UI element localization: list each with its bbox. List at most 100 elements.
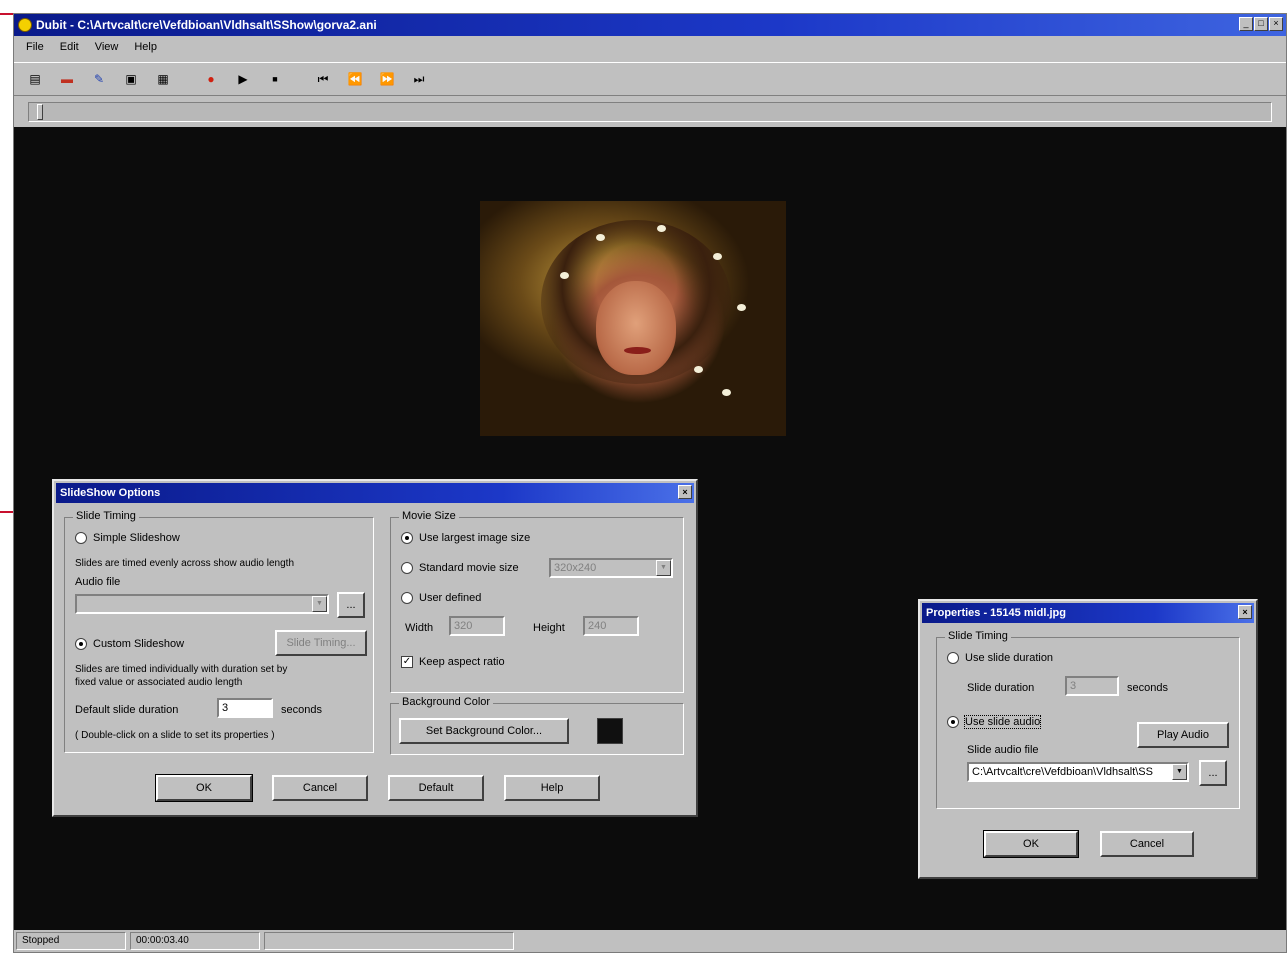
app-window: Dubit - C:\Artvcalt\cre\Vefdbioan\Vldhsa… bbox=[13, 13, 1287, 953]
use-largest-radio[interactable]: Use largest image size bbox=[401, 532, 530, 545]
timeline-thumb[interactable] bbox=[37, 104, 43, 120]
default-duration-label: Default slide duration bbox=[75, 704, 179, 716]
stop-icon[interactable]: ■ bbox=[262, 67, 288, 91]
first-frame-icon[interactable]: ⏮ bbox=[310, 67, 336, 91]
slide-timing-legend: Slide Timing bbox=[73, 510, 139, 522]
app-icon[interactable] bbox=[18, 18, 32, 32]
radio-selected-icon bbox=[401, 532, 413, 545]
audio-browse-button[interactable]: ... bbox=[1199, 760, 1227, 786]
simple-slideshow-description: Slides are timed evenly across show audi… bbox=[75, 558, 295, 569]
radio-icon bbox=[401, 562, 413, 575]
custom-desc-line2: fixed value or associated audio length bbox=[75, 677, 243, 688]
timeline-slider[interactable] bbox=[28, 102, 1272, 122]
use-slide-duration-radio[interactable]: Use slide duration bbox=[947, 652, 1053, 665]
slide-duration-label: Slide duration bbox=[967, 682, 1035, 694]
height-label: Height bbox=[533, 622, 565, 634]
effects-icon[interactable]: ✎ bbox=[86, 67, 112, 91]
double-click-hint: ( Double-click on a slide to set its pro… bbox=[75, 730, 275, 741]
seconds-label: seconds bbox=[281, 704, 322, 716]
standard-size-combo[interactable]: 320x240 ▼ bbox=[549, 558, 673, 578]
next-frame-icon[interactable]: ⏩ bbox=[374, 67, 400, 91]
menu-file[interactable]: File bbox=[20, 40, 50, 54]
help-button[interactable]: Help bbox=[504, 775, 600, 801]
close-icon[interactable]: × bbox=[1238, 605, 1252, 619]
toolbar: ▤ ▬ ✎ ▣ ▦ ● ▶ ■ ⏮ ⏪ ⏩ ⏭ bbox=[14, 62, 1286, 96]
ok-button[interactable]: OK bbox=[155, 774, 253, 802]
seconds-label: seconds bbox=[1127, 682, 1168, 694]
audio-browse-button[interactable]: ... bbox=[337, 592, 365, 618]
menu-help[interactable]: Help bbox=[128, 40, 163, 54]
open-icon[interactable]: ▤ bbox=[22, 67, 48, 91]
slide-timing-button[interactable]: Slide Timing... bbox=[275, 630, 367, 656]
default-button[interactable]: Default bbox=[388, 775, 484, 801]
background-color-legend: Background Color bbox=[399, 696, 494, 708]
radio-icon bbox=[947, 652, 959, 665]
close-icon[interactable]: × bbox=[678, 485, 692, 499]
slideshow-options-dialog: SlideShow Options × Slide Timing Simple … bbox=[52, 479, 698, 817]
close-icon[interactable]: × bbox=[1269, 17, 1283, 31]
status-bar: Stopped 00:00:03.40 bbox=[14, 930, 1286, 952]
radio-selected-icon bbox=[947, 716, 959, 729]
background-color-swatch[interactable] bbox=[597, 718, 623, 744]
slide-duration-input[interactable]: 3 bbox=[1065, 676, 1119, 696]
width-label: Width bbox=[405, 622, 434, 634]
cancel-button[interactable]: Cancel bbox=[1100, 831, 1194, 857]
slide-timing-legend: Slide Timing bbox=[945, 630, 1011, 642]
dialog-title-bar[interactable]: Properties - 15145 midl.jpg × bbox=[922, 603, 1254, 623]
play-audio-button[interactable]: Play Audio bbox=[1137, 722, 1229, 748]
user-defined-radio[interactable]: User defined bbox=[401, 592, 481, 605]
menu-bar: File Edit View Help bbox=[14, 37, 1286, 57]
menu-view[interactable]: View bbox=[89, 40, 125, 54]
chevron-down-icon[interactable]: ▼ bbox=[312, 596, 327, 612]
standard-size-radio[interactable]: Standard movie size bbox=[401, 562, 519, 575]
status-time: 00:00:03.40 bbox=[130, 932, 260, 950]
preview-canvas: SlideShow Options × Slide Timing Simple … bbox=[14, 127, 1286, 930]
height-input[interactable]: 240 bbox=[583, 616, 639, 636]
slide-timing-group: Slide Timing Use slide duration Slide du… bbox=[936, 630, 1240, 809]
use-slide-audio-radio[interactable]: Use slide audio bbox=[947, 715, 1042, 729]
cancel-button[interactable]: Cancel bbox=[272, 775, 368, 801]
status-progress bbox=[264, 932, 514, 950]
slide-audio-combo[interactable]: C:\Artvcalt\cre\Vefdbioan\Vldhsalt\SS ▼ bbox=[967, 762, 1189, 782]
slide-photo[interactable] bbox=[480, 201, 786, 436]
movie-size-group: Movie Size Use largest image size Standa… bbox=[390, 510, 684, 693]
properties-dialog: Properties - 15145 midl.jpg × Slide Timi… bbox=[918, 599, 1258, 879]
simple-slideshow-radio[interactable]: Simple Slideshow bbox=[75, 532, 180, 545]
radio-selected-icon bbox=[75, 638, 87, 651]
dialog-title: SlideShow Options bbox=[60, 487, 161, 499]
window-controls: _ □ × bbox=[1239, 17, 1283, 31]
dialog-title-bar[interactable]: SlideShow Options × bbox=[56, 483, 694, 503]
slideshow-icon[interactable]: ▦ bbox=[150, 67, 176, 91]
audio-file-label: Audio file bbox=[75, 576, 121, 588]
custom-desc-line1: Slides are timed individually with durat… bbox=[75, 664, 288, 675]
dialog-title: Properties - 15145 midl.jpg bbox=[926, 607, 1066, 619]
chevron-down-icon[interactable]: ▼ bbox=[656, 560, 671, 576]
chevron-down-icon[interactable]: ▼ bbox=[1172, 764, 1187, 780]
window-title: Dubit - C:\Artvcalt\cre\Vefdbioan\Vldhsa… bbox=[36, 18, 377, 32]
export-icon[interactable]: ▣ bbox=[118, 67, 144, 91]
checkmark-icon: ✓ bbox=[401, 656, 413, 669]
background-color-group: Background Color Set Background Color... bbox=[390, 696, 684, 755]
play-icon[interactable]: ▶ bbox=[230, 67, 256, 91]
save-icon[interactable]: ▬ bbox=[54, 67, 80, 91]
status-state: Stopped bbox=[16, 932, 126, 950]
audio-file-combo[interactable]: ▼ bbox=[75, 594, 329, 614]
slide-audio-label: Slide audio file bbox=[967, 744, 1039, 756]
movie-size-legend: Movie Size bbox=[399, 510, 459, 522]
title-bar[interactable]: Dubit - C:\Artvcalt\cre\Vefdbioan\Vldhsa… bbox=[14, 14, 1286, 36]
custom-slideshow-radio[interactable]: Custom Slideshow bbox=[75, 638, 184, 651]
menu-edit[interactable]: Edit bbox=[54, 40, 85, 54]
ok-button[interactable]: OK bbox=[983, 830, 1079, 858]
set-background-color-button[interactable]: Set Background Color... bbox=[399, 718, 569, 744]
minimize-icon[interactable]: _ bbox=[1239, 17, 1253, 31]
width-input[interactable]: 320 bbox=[449, 616, 505, 636]
slide-timing-group: Slide Timing Simple Slideshow Slides are… bbox=[64, 510, 374, 753]
last-frame-icon[interactable]: ⏭ bbox=[406, 67, 432, 91]
radio-icon bbox=[401, 592, 413, 605]
keep-aspect-checkbox[interactable]: ✓ Keep aspect ratio bbox=[401, 656, 505, 669]
default-duration-input[interactable]: 3 bbox=[217, 698, 273, 718]
maximize-icon[interactable]: □ bbox=[1254, 17, 1268, 31]
radio-icon bbox=[75, 532, 87, 545]
record-icon[interactable]: ● bbox=[198, 67, 224, 91]
previous-frame-icon[interactable]: ⏪ bbox=[342, 67, 368, 91]
